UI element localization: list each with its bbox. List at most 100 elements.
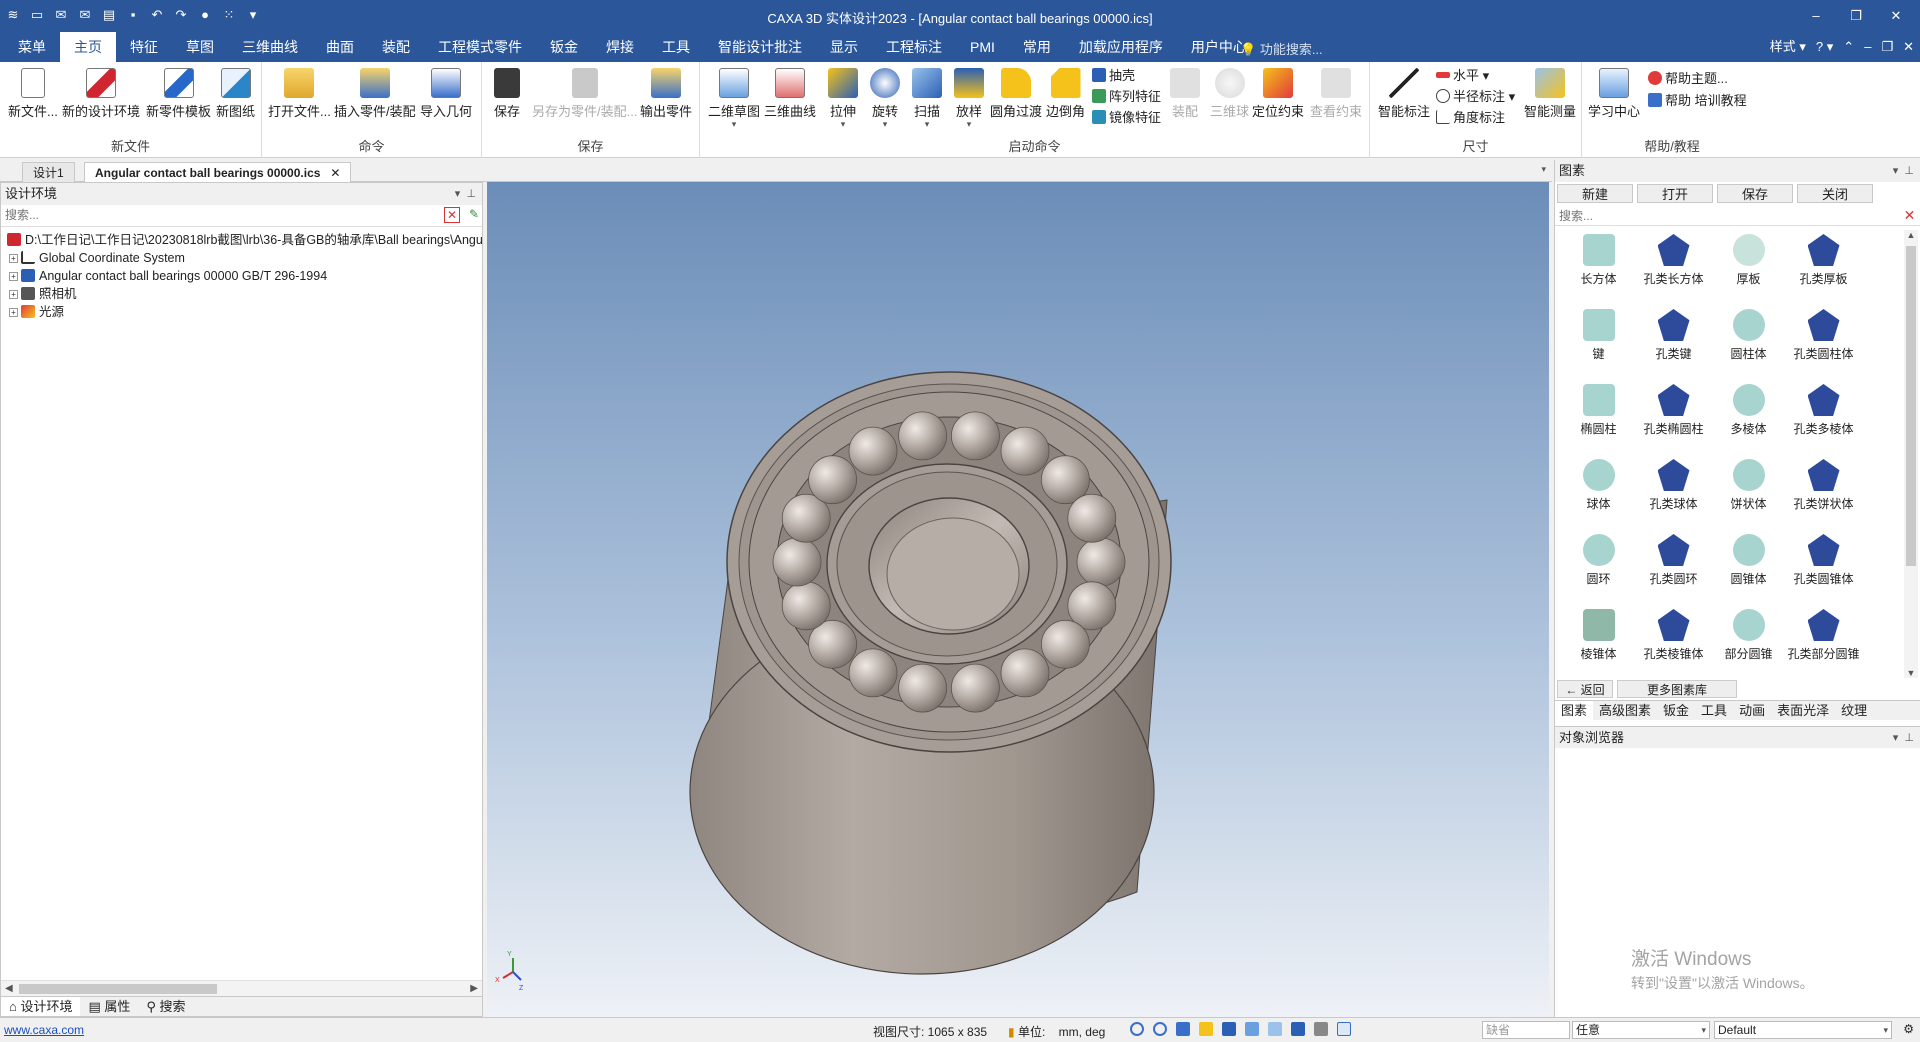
help-topics-button[interactable]: 帮助主题...: [1648, 68, 1728, 87]
expand-icon[interactable]: +: [9, 254, 18, 263]
expand-icon[interactable]: +: [9, 308, 18, 317]
library-tab[interactable]: 工具: [1695, 701, 1733, 720]
tree-search-input[interactable]: [1, 205, 431, 225]
menu-tab[interactable]: 工具: [648, 32, 704, 62]
zoom-icon[interactable]: [1130, 1022, 1144, 1036]
style-dropdown[interactable]: Default ▾: [1714, 1021, 1892, 1039]
palette-scrollbar[interactable]: ▲ ▼: [1904, 230, 1918, 678]
menu-tab[interactable]: 三维曲线: [228, 32, 312, 62]
revolve-button[interactable]: 旋转 ▾: [870, 68, 900, 129]
menu-tab[interactable]: PMI: [956, 32, 1009, 62]
palette-item[interactable]: 饼状体: [1711, 455, 1786, 530]
menu-tab[interactable]: 加载应用程序: [1065, 32, 1177, 62]
library-tab[interactable]: 图素: [1555, 701, 1594, 720]
position-constraint-button[interactable]: 定位约束: [1252, 68, 1304, 120]
back-button[interactable]: ← 返回: [1557, 680, 1613, 698]
sweep-button[interactable]: 扫描 ▾: [912, 68, 942, 129]
library-save-button[interactable]: 保存: [1717, 184, 1793, 203]
palette-item[interactable]: 孔类棱锥体: [1636, 605, 1711, 680]
close-tab-icon[interactable]: ✕: [330, 166, 340, 180]
palette-item[interactable]: 孔类多棱体: [1786, 380, 1861, 455]
section-icon[interactable]: [1245, 1022, 1259, 1036]
menu-tab[interactable]: 钣金: [536, 32, 592, 62]
palette-item[interactable]: 球体: [1561, 455, 1636, 530]
help-training-button[interactable]: 帮助 培训教程: [1648, 90, 1747, 109]
menu-tab[interactable]: 显示: [816, 32, 872, 62]
shading-icon[interactable]: [1314, 1022, 1328, 1036]
new-part-template-button[interactable]: 新零件模板: [146, 68, 211, 120]
scroll-thumb[interactable]: [19, 984, 217, 994]
extrude-button[interactable]: 拉伸 ▾: [828, 68, 858, 129]
palette-item[interactable]: 孔类厚板: [1786, 230, 1861, 305]
loft-button[interactable]: 放样 ▾: [954, 68, 984, 129]
tab-list-dropdown-icon[interactable]: ▾: [1541, 164, 1546, 175]
palette-item[interactable]: 孔类圆锥体: [1786, 530, 1861, 605]
menu-tab[interactable]: 常用: [1009, 32, 1065, 62]
more-library-button[interactable]: 更多图素库: [1617, 680, 1737, 698]
render-mode-icon[interactable]: [1222, 1022, 1236, 1036]
palette-item[interactable]: 圆锥体: [1711, 530, 1786, 605]
palette-item[interactable]: 孔类椭圆柱: [1636, 380, 1711, 455]
new-drawing-button[interactable]: 新图纸: [216, 68, 255, 120]
scroll-up-icon[interactable]: ▲: [1904, 230, 1918, 240]
library-tab[interactable]: 纹理: [1835, 701, 1873, 720]
caxa-website-link[interactable]: www.caxa.com: [4, 1023, 84, 1037]
bearing-model[interactable]: Y X Z: [487, 182, 1549, 1017]
tab-properties[interactable]: ▤ 属性: [80, 997, 138, 1016]
tree-node-part[interactable]: + Angular contact ball bearings 00000 GB/…: [1, 267, 482, 285]
palette-item[interactable]: 厚板: [1711, 230, 1786, 305]
palette-item[interactable]: 孔类圆柱体: [1786, 305, 1861, 380]
export-part-button[interactable]: 输出零件: [640, 68, 692, 120]
shell-button[interactable]: 抽壳: [1092, 65, 1135, 84]
smart-dimension-button[interactable]: 智能标注: [1378, 68, 1430, 120]
palette-item[interactable]: 孔类长方体: [1636, 230, 1711, 305]
library-tab[interactable]: 动画: [1733, 701, 1771, 720]
menu-tab[interactable]: 装配: [368, 32, 424, 62]
expand-icon[interactable]: +: [9, 272, 18, 281]
menu-tab[interactable]: 菜单: [4, 32, 60, 62]
library-tab[interactable]: 钣金: [1657, 701, 1695, 720]
library-close-button[interactable]: 关闭: [1797, 184, 1873, 203]
view-constraint-button[interactable]: 查看约束: [1310, 68, 1362, 120]
style-menu[interactable]: 样式 ▾: [1770, 32, 1806, 62]
library-tab[interactable]: 高级图素: [1593, 701, 1657, 720]
learning-center-button[interactable]: 学习中心: [1588, 68, 1640, 120]
doc-restore-icon[interactable]: ❐: [1881, 32, 1893, 62]
pan-icon[interactable]: [1199, 1022, 1213, 1036]
palette-item[interactable]: 孔类部分圆锥: [1786, 605, 1861, 680]
trackball-button[interactable]: 三维球: [1210, 68, 1249, 120]
expand-icon[interactable]: +: [9, 290, 18, 299]
menu-tab[interactable]: 工程模式零件: [424, 32, 536, 62]
import-geometry-button[interactable]: 导入几何: [420, 68, 472, 120]
tree-node-coordinate-system[interactable]: + Global Coordinate System: [1, 249, 482, 267]
library-new-button[interactable]: 新建: [1557, 184, 1633, 203]
close-button[interactable]: ✕: [1876, 0, 1916, 32]
function-search-input[interactable]: 功能搜索...: [1260, 42, 1323, 57]
palette-item[interactable]: 孔类键: [1636, 305, 1711, 380]
selection-filter-field[interactable]: 缺省: [1482, 1021, 1570, 1039]
scroll-left-icon[interactable]: ◀: [5, 981, 13, 997]
palette-item[interactable]: 椭圆柱: [1561, 380, 1636, 455]
doc-tab-bearing[interactable]: Angular contact ball bearings 00000.ics ✕: [84, 162, 352, 182]
menu-tab[interactable]: 焊接: [592, 32, 648, 62]
chamfer-button[interactable]: 边倒角: [1046, 68, 1085, 120]
scroll-down-icon[interactable]: ▼: [1904, 668, 1918, 678]
doc-tab-design1[interactable]: 设计1: [22, 162, 75, 182]
pin-icon[interactable]: ▾ ⊥: [1893, 160, 1914, 182]
tab-search[interactable]: ⚲ 搜索: [138, 997, 193, 1016]
new-file-button[interactable]: 新文件...: [8, 68, 58, 120]
tree-node-root[interactable]: D:\工作日记\工作日记\20230818lrb截图\lrb\36-具备GB的轴…: [1, 231, 482, 249]
pin-icon[interactable]: ▾ ⊥: [455, 183, 476, 205]
tree-node-camera[interactable]: + 照相机: [1, 285, 482, 303]
palette-item[interactable]: 圆环: [1561, 530, 1636, 605]
menu-tab[interactable]: 特征: [116, 32, 172, 62]
menu-tab[interactable]: 工程标注: [872, 32, 956, 62]
select-pointer-icon[interactable]: [1337, 1022, 1351, 1036]
angle-dim-button[interactable]: 角度标注: [1436, 107, 1505, 126]
clear-search-icon[interactable]: ✕: [444, 207, 460, 223]
mirror-button[interactable]: 镜像特征: [1092, 107, 1161, 126]
function-search[interactable]: 💡 功能搜索...: [1240, 39, 1323, 58]
zoom-window-icon[interactable]: [1153, 1022, 1167, 1036]
tree-node-light[interactable]: + 光源: [1, 303, 482, 321]
save-as-part-button[interactable]: 另存为零件/装配...: [532, 68, 637, 120]
